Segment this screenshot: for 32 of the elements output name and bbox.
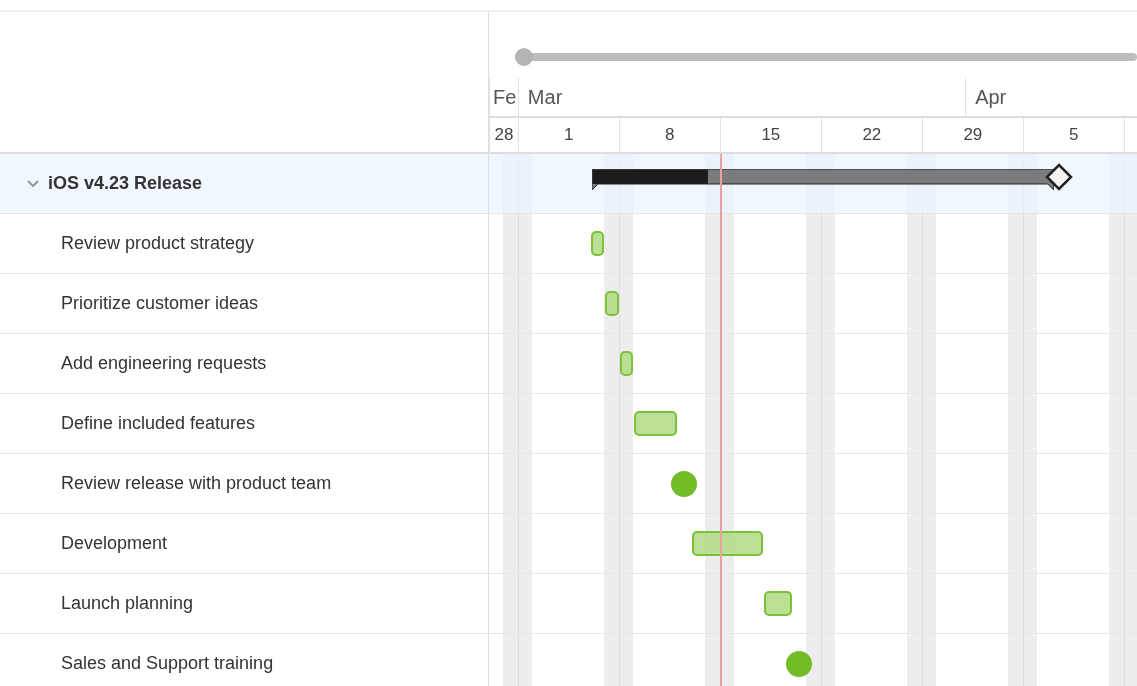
- task-name: Add engineering requests: [60, 352, 267, 375]
- week-label: 1: [564, 124, 574, 147]
- task-bar[interactable]: [764, 591, 792, 616]
- task-bar[interactable]: [692, 531, 764, 556]
- task-name: Review release with product team: [60, 472, 332, 495]
- task-name: Development: [60, 532, 168, 555]
- week-label: 28: [494, 124, 514, 147]
- week-label: 29: [963, 124, 983, 147]
- month-label: Fe: [493, 86, 517, 108]
- milestone-diamond[interactable]: [1044, 163, 1073, 191]
- task-name: Sales and Support training: [60, 652, 274, 675]
- week-label: 22: [862, 124, 882, 147]
- task-name: Review product strategy: [60, 232, 255, 255]
- task-name: Define included features: [60, 412, 256, 435]
- task-name: Launch planning: [60, 592, 194, 615]
- milestone-marker[interactable]: [786, 651, 813, 677]
- chevron-icon: [26, 178, 40, 189]
- summary-bar[interactable]: [592, 169, 1054, 191]
- week-label: 8: [665, 124, 675, 147]
- month-label: Apr: [975, 86, 1007, 108]
- task-bar[interactable]: [591, 231, 605, 256]
- group-toggle[interactable]: iOS v4.23 Release: [26, 170, 203, 197]
- milestone-marker[interactable]: [670, 471, 697, 497]
- zoom-slider[interactable]: [515, 48, 1137, 66]
- week-label: 15: [761, 124, 781, 147]
- week-label: 5: [1069, 124, 1079, 147]
- task-bar[interactable]: [634, 411, 677, 436]
- group-name: iOS v4.23 Release: [48, 172, 203, 195]
- slider-thumb[interactable]: [515, 48, 533, 66]
- task-name: Prioritize customer ideas: [60, 292, 259, 315]
- task-bar[interactable]: [605, 291, 619, 316]
- month-label: Mar: [527, 86, 563, 108]
